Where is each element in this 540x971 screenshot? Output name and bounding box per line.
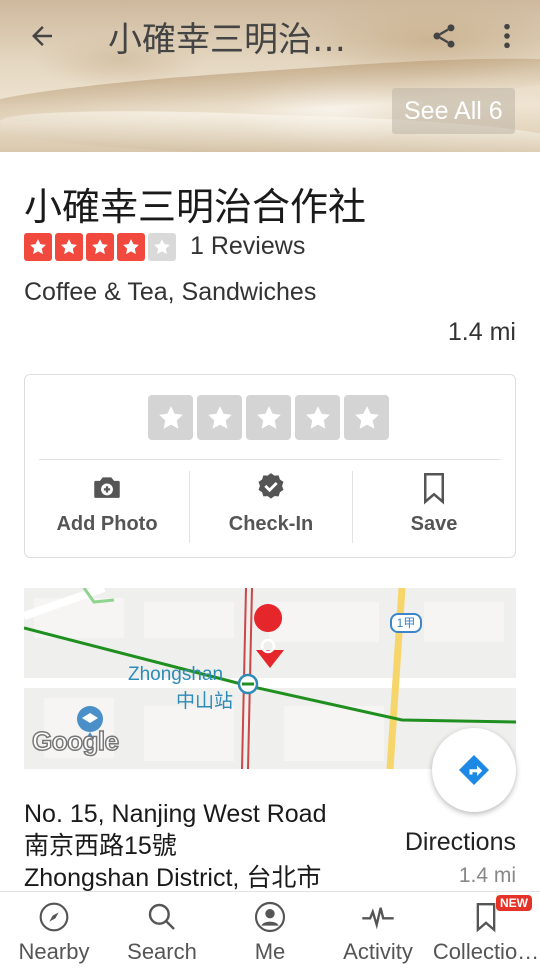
header-title: 小確幸三明治… xyxy=(108,20,346,60)
share-icon xyxy=(433,24,455,48)
station-label-zh: 中山站 xyxy=(176,690,234,712)
nav-me[interactable]: Me xyxy=(216,892,324,971)
back-arrow-icon xyxy=(32,26,52,46)
rating-star xyxy=(24,232,52,261)
station-label-en: Zhongshan xyxy=(128,664,224,685)
add-photo-button[interactable]: Add Photo xyxy=(25,471,189,547)
write-review-stars[interactable] xyxy=(148,395,393,440)
star-icon xyxy=(256,405,281,429)
nav-me-label: Me xyxy=(254,939,286,964)
star-icon xyxy=(354,405,379,429)
review-star-3[interactable] xyxy=(246,395,291,440)
save-label: Save xyxy=(410,513,458,535)
address-line-3: Zhongshan District, 台北市 xyxy=(24,864,322,892)
rating-row[interactable]: 1 Reviews xyxy=(24,232,305,261)
save-button[interactable]: Save xyxy=(352,471,516,547)
business-distance: 1.4 mi xyxy=(447,318,516,346)
review-star-1[interactable] xyxy=(148,395,193,440)
rating-star xyxy=(148,232,176,261)
rating-star xyxy=(86,232,114,261)
search-icon xyxy=(148,903,175,930)
activity-pulse-icon xyxy=(362,907,394,930)
nav-activity[interactable]: Activity xyxy=(324,892,432,971)
business-categories: Coffee & Tea, Sandwiches xyxy=(24,278,317,306)
more-vert-icon xyxy=(504,23,510,49)
rating-star xyxy=(117,232,145,261)
business-address[interactable]: No. 15, Nanjing West Road 南京西路15號 Zhongs… xyxy=(24,798,326,894)
nav-collections-label: Collectio… xyxy=(432,939,540,964)
google-logo: Google xyxy=(31,725,120,757)
bottom-navigation: Nearby Search Me Activity NEW Collectio… xyxy=(0,891,540,971)
camera-plus-icon xyxy=(94,477,120,498)
bookmark-icon xyxy=(424,473,444,505)
check-in-badge-icon xyxy=(258,473,284,499)
review-count[interactable]: 1 Reviews xyxy=(190,232,305,261)
card-divider xyxy=(39,459,501,460)
nav-activity-label: Activity xyxy=(343,939,413,964)
nav-search[interactable]: Search xyxy=(108,892,216,971)
business-name: 小確幸三明治合作社 xyxy=(24,185,367,229)
add-photo-label: Add Photo xyxy=(56,513,158,535)
review-star-4[interactable] xyxy=(295,395,340,440)
directions-fab[interactable] xyxy=(432,728,516,812)
directions-distance: 1.4 mi xyxy=(458,864,516,887)
star-icon xyxy=(305,405,330,429)
address-line-1: No. 15, Nanjing West Road xyxy=(24,800,327,828)
more-options-button[interactable] xyxy=(490,16,524,56)
back-button[interactable] xyxy=(22,18,62,54)
route-number-badge: 1甲 xyxy=(390,613,422,633)
nav-nearby[interactable]: Nearby xyxy=(0,892,108,971)
nav-collections[interactable]: NEW Collectio… xyxy=(432,892,540,971)
review-action-card: Add Photo Check-In Save xyxy=(24,374,516,558)
star-icon xyxy=(207,405,232,429)
check-in-label: Check-In xyxy=(228,513,314,535)
compass-icon xyxy=(39,902,69,932)
address-line-2: 南京西路15號 xyxy=(24,832,177,860)
nav-search-label: Search xyxy=(127,939,197,964)
share-button[interactable] xyxy=(424,16,464,56)
rating-star xyxy=(55,232,83,261)
check-in-button[interactable]: Check-In xyxy=(189,471,353,547)
star-icon xyxy=(158,405,183,429)
review-star-5[interactable] xyxy=(344,395,389,440)
review-star-2[interactable] xyxy=(197,395,242,440)
profile-icon xyxy=(254,901,286,933)
see-all-photos-button[interactable]: See All 6 xyxy=(392,88,515,134)
nav-nearby-label: Nearby xyxy=(18,939,90,964)
directions-arrow-icon xyxy=(459,755,489,785)
rating-stars xyxy=(24,232,179,261)
directions-link[interactable]: Directions xyxy=(405,828,516,857)
new-badge: NEW xyxy=(496,895,532,911)
